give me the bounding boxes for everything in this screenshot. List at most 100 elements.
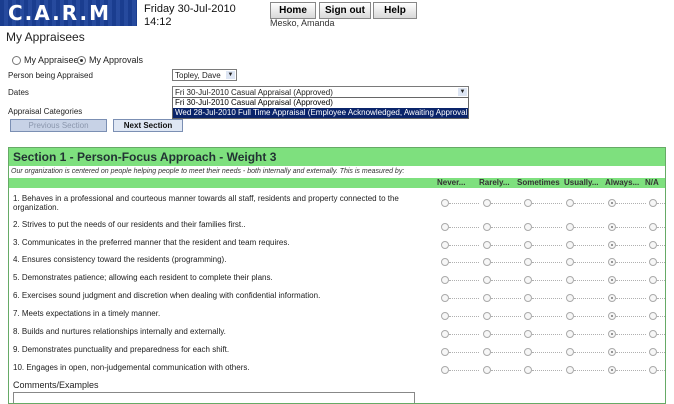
rating-radio[interactable] — [649, 330, 657, 338]
question-text: 2. Strives to put the needs of our resid… — [13, 220, 246, 229]
rating-radio[interactable] — [608, 312, 616, 320]
dotted-guide — [449, 334, 479, 335]
scale-always: Always... — [605, 178, 640, 187]
rating-radio[interactable] — [483, 312, 491, 320]
rating-radio[interactable] — [441, 258, 449, 266]
radio-my-appraisees[interactable]: My Appraisees — [12, 55, 83, 65]
rating-radio[interactable] — [441, 330, 449, 338]
rating-radio[interactable] — [608, 276, 616, 284]
rating-radio[interactable] — [608, 258, 616, 266]
rating-radio[interactable] — [649, 223, 657, 231]
rating-radio[interactable] — [441, 294, 449, 302]
rating-radio[interactable] — [483, 348, 491, 356]
rating-radio[interactable] — [524, 258, 532, 266]
signout-button[interactable]: Sign out — [319, 2, 371, 19]
dotted-guide — [574, 352, 604, 353]
rating-radio[interactable] — [649, 258, 657, 266]
person-select[interactable]: Topley, Dave ▼ — [172, 69, 237, 81]
rating-radio[interactable] — [483, 294, 491, 302]
dotted-guide — [491, 352, 521, 353]
rating-radio[interactable] — [649, 348, 657, 356]
dotted-guide — [574, 245, 604, 246]
dotted-guide — [657, 370, 665, 371]
rating-radio[interactable] — [566, 199, 574, 207]
dates-option[interactable]: Fri 30-Jul-2010 Casual Appraisal (Approv… — [173, 98, 468, 108]
rating-radio[interactable] — [441, 348, 449, 356]
rating-radio[interactable] — [649, 312, 657, 320]
rating-radio[interactable] — [566, 312, 574, 320]
rating-radio[interactable] — [566, 348, 574, 356]
dotted-guide — [449, 245, 479, 246]
chevron-down-icon[interactable]: ▼ — [226, 71, 235, 79]
rating-radio[interactable] — [483, 276, 491, 284]
rating-radio[interactable] — [483, 241, 491, 249]
rating-radio[interactable] — [524, 223, 532, 231]
rating-radio[interactable] — [649, 294, 657, 302]
rating-radio[interactable] — [524, 330, 532, 338]
rating-radio[interactable] — [441, 312, 449, 320]
rating-radio[interactable] — [566, 366, 574, 374]
rating-radio[interactable] — [524, 366, 532, 374]
radio-my-approvals-circle[interactable] — [77, 55, 86, 65]
rating-radio[interactable] — [441, 199, 449, 207]
rating-radio[interactable] — [524, 276, 532, 284]
rating-radio[interactable] — [608, 199, 616, 207]
rating-radio[interactable] — [608, 241, 616, 249]
dotted-guide — [657, 352, 665, 353]
question-text: 6. Exercises sound judgment and discreti… — [13, 291, 321, 300]
rating-radio[interactable] — [566, 223, 574, 231]
next-section-button[interactable]: Next Section — [113, 119, 183, 132]
rating-radio[interactable] — [524, 241, 532, 249]
rating-radio[interactable] — [566, 276, 574, 284]
rating-radio[interactable] — [483, 330, 491, 338]
dates-option-selected[interactable]: Wed 28-Jul-2010 Full Time Appraisal (Emp… — [173, 108, 468, 118]
rating-radio[interactable] — [608, 348, 616, 356]
home-button[interactable]: Home — [270, 2, 316, 19]
rating-radio[interactable] — [483, 223, 491, 231]
rating-radio[interactable] — [441, 223, 449, 231]
dotted-guide — [491, 280, 521, 281]
rating-radio[interactable] — [483, 258, 491, 266]
rating-radio[interactable] — [649, 199, 657, 207]
rating-radio[interactable] — [483, 366, 491, 374]
dotted-guide — [657, 245, 665, 246]
rating-radio[interactable] — [608, 330, 616, 338]
radio-my-appraisees-circle[interactable] — [12, 55, 21, 65]
date-time: Friday 30-Jul-2010 14:12 — [144, 3, 236, 29]
rating-radio[interactable] — [649, 366, 657, 374]
dotted-guide — [657, 227, 665, 228]
rating-radio[interactable] — [566, 258, 574, 266]
comments-textarea[interactable] — [13, 392, 415, 403]
previous-section-button[interactable]: Previous Section — [10, 119, 107, 132]
rating-radio[interactable] — [649, 241, 657, 249]
rating-radio[interactable] — [524, 348, 532, 356]
chevron-down-icon[interactable]: ▼ — [458, 88, 467, 96]
rating-radio[interactable] — [566, 241, 574, 249]
rating-radio[interactable] — [524, 199, 532, 207]
dotted-guide — [449, 262, 479, 263]
rating-radio[interactable] — [566, 330, 574, 338]
rating-radio[interactable] — [441, 276, 449, 284]
rating-radio[interactable] — [608, 366, 616, 374]
rating-radio[interactable] — [566, 294, 574, 302]
help-button[interactable]: Help — [373, 2, 417, 19]
dotted-guide — [449, 203, 479, 204]
rating-radio[interactable] — [483, 199, 491, 207]
dotted-guide — [532, 334, 562, 335]
dotted-guide — [491, 370, 521, 371]
rating-radio[interactable] — [441, 366, 449, 374]
rating-radio[interactable] — [608, 223, 616, 231]
dotted-guide — [616, 370, 646, 371]
rating-radio[interactable] — [441, 241, 449, 249]
dotted-guide — [532, 262, 562, 263]
rating-radio[interactable] — [608, 294, 616, 302]
appraisal-section: Section 1 - Person-Focus Approach - Weig… — [8, 147, 666, 404]
dotted-guide — [449, 352, 479, 353]
rating-radio[interactable] — [649, 276, 657, 284]
dotted-guide — [574, 227, 604, 228]
rating-radio[interactable] — [524, 312, 532, 320]
dates-dropdown-list[interactable]: Fri 30-Jul-2010 Casual Appraisal (Approv… — [172, 97, 469, 119]
radio-my-approvals[interactable]: My Approvals — [77, 55, 143, 65]
logo-text: C.A.R.M — [8, 1, 111, 25]
rating-radio[interactable] — [524, 294, 532, 302]
